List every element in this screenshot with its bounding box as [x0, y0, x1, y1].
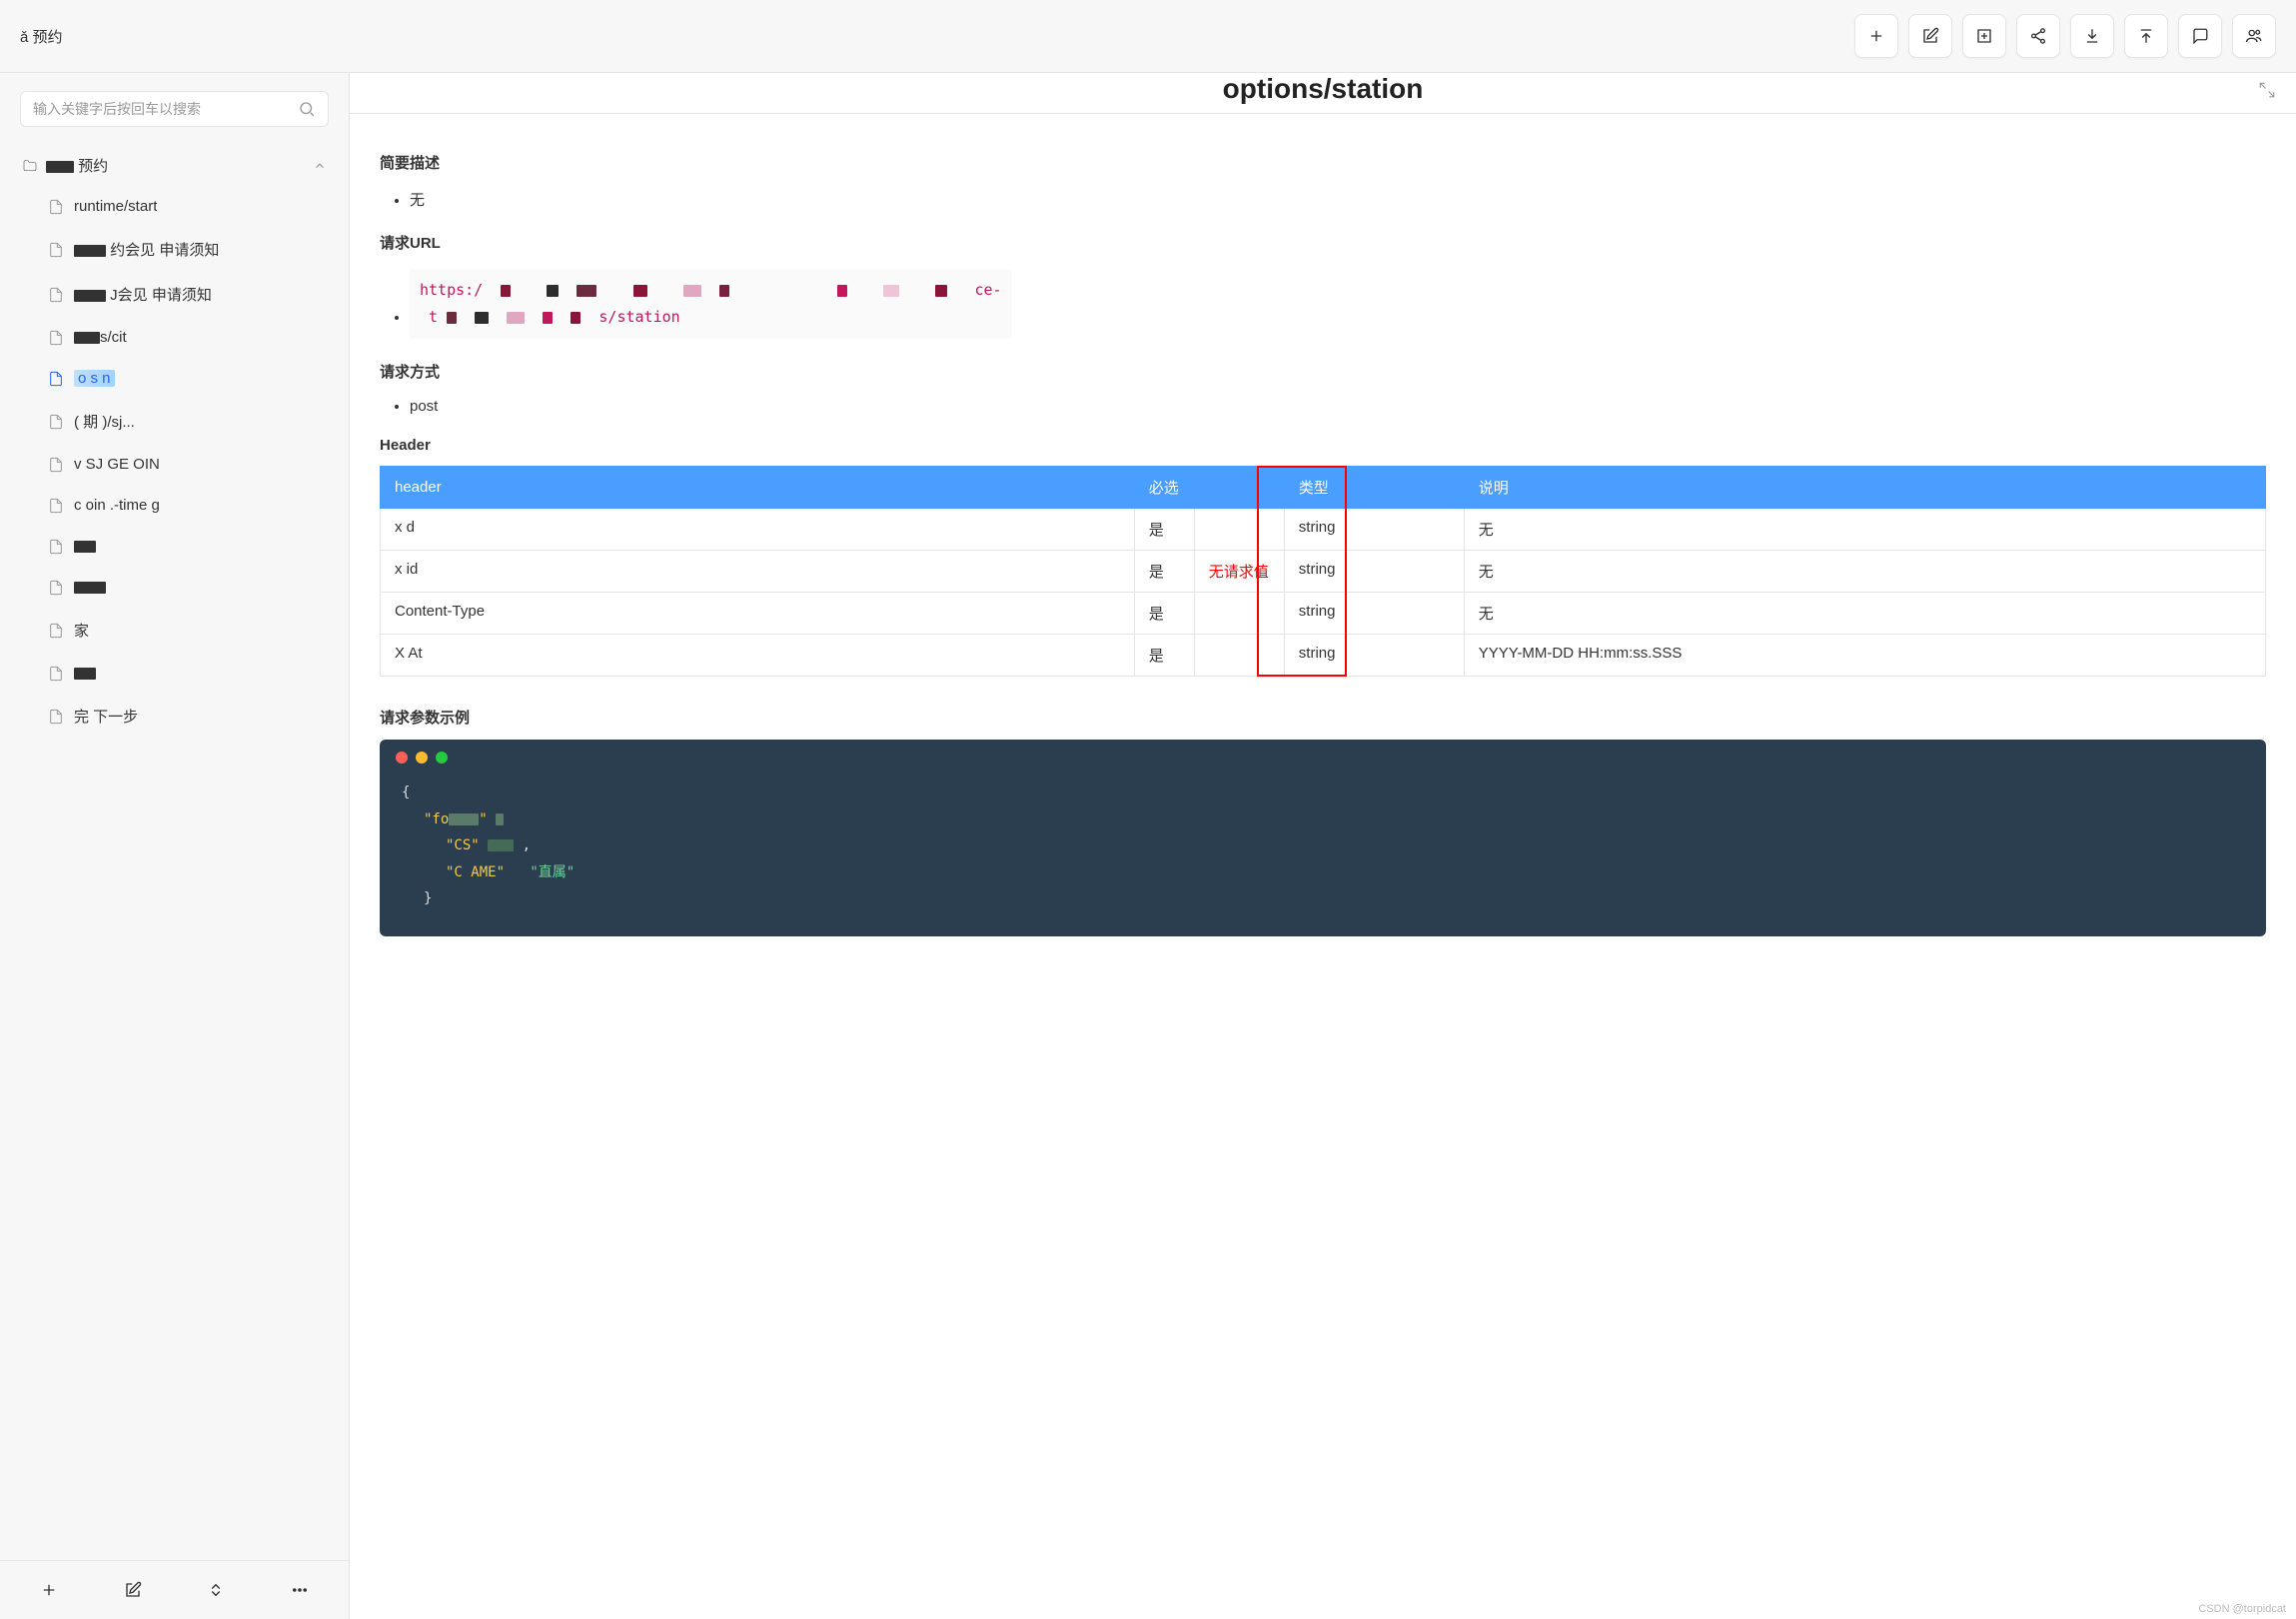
method-heading: 请求方式	[380, 361, 2266, 382]
table-row: Content-Type是string无	[381, 593, 2266, 635]
sidebar-item-0[interactable]: runtime/start	[8, 186, 341, 227]
sidebar-item-label: 家	[74, 623, 89, 640]
sidebar-item-10[interactable]: 家	[8, 608, 341, 653]
search-icon	[298, 100, 316, 118]
sidebar-item-2[interactable]: J会见 申请须知	[8, 272, 341, 317]
sidebar-item-label: s/cit	[100, 329, 127, 346]
page-title: options/station	[350, 73, 2296, 113]
toolbar	[1854, 14, 2276, 58]
document-icon	[48, 457, 64, 473]
add-doc-icon[interactable]	[40, 1581, 58, 1599]
document-icon	[48, 580, 64, 596]
request-url: https:/ ce- t s/station	[410, 269, 1012, 339]
sidebar-item-7[interactable]: c oin .-time g	[8, 485, 341, 526]
table-row: X At是stringYYYY-MM-DD HH:mm:ss.SSS	[381, 635, 2266, 677]
more-icon[interactable]	[291, 1581, 309, 1599]
minimize-dot	[416, 752, 428, 764]
sidebar-item-8[interactable]	[8, 526, 341, 567]
sidebar-item-label: runtime/start	[74, 198, 157, 215]
brand: ǎ 预约	[20, 26, 63, 47]
upload-button[interactable]	[2124, 14, 2168, 58]
th-required: 必选	[1134, 467, 1194, 509]
method-value: post	[410, 394, 2266, 419]
edit-button[interactable]	[1908, 14, 1952, 58]
sidebar-item-label: o s n	[74, 370, 115, 387]
header-heading: Header	[380, 437, 2266, 454]
sidebar-item-9[interactable]	[8, 567, 341, 608]
sidebar-item-label: v SJ GE OIN	[74, 456, 160, 473]
maximize-dot	[436, 752, 448, 764]
close-dot	[396, 752, 408, 764]
document-icon	[48, 199, 64, 215]
search-input[interactable]	[33, 101, 298, 117]
header-table: header 必选 类型 说明 x d是string无 x id是无请求值str…	[380, 466, 2266, 677]
document-icon	[48, 414, 64, 430]
sort-icon[interactable]	[207, 1581, 225, 1599]
document-icon	[48, 287, 64, 303]
th-type: 类型	[1284, 467, 1464, 509]
sidebar-item-label: 完 下一步	[74, 706, 138, 727]
search-box[interactable]	[20, 91, 329, 127]
download-button[interactable]	[2070, 14, 2114, 58]
sidebar-item-3[interactable]: s/cit	[8, 317, 341, 358]
url-heading: 请求URL	[380, 232, 2266, 253]
document-icon	[48, 666, 64, 682]
add-button[interactable]	[1854, 14, 1898, 58]
sidebar-item-5[interactable]: ( 期 )/sj...	[8, 399, 341, 444]
brief-heading: 简要描述	[380, 152, 2266, 173]
comment-button[interactable]	[2178, 14, 2222, 58]
brief-value: 无	[410, 185, 2266, 214]
members-button[interactable]	[2232, 14, 2276, 58]
document-icon	[48, 623, 64, 639]
sidebar-item-label: 约会见 申请须知	[110, 242, 219, 259]
th-empty	[1194, 467, 1284, 509]
document-icon	[48, 242, 64, 258]
document-icon	[48, 330, 64, 346]
table-row: x d是string无	[381, 509, 2266, 551]
sidebar-item-11[interactable]	[8, 653, 341, 694]
document-icon	[48, 709, 64, 725]
sidebar-item-1[interactable]: 约会见 申请须知	[8, 227, 341, 272]
table-row: x id是无请求值string无	[381, 551, 2266, 593]
expand-icon[interactable]	[2258, 81, 2276, 99]
th-desc: 说明	[1464, 467, 2265, 509]
chevron-up-icon	[313, 159, 327, 173]
edit-doc-icon[interactable]	[124, 1581, 142, 1599]
sidebar-item-4[interactable]: o s n	[8, 358, 341, 399]
sidebar-item-label: c oin .-time g	[74, 497, 160, 514]
th-header: header	[381, 467, 1135, 509]
sidebar-item-12[interactable]: 完 下一步	[8, 694, 341, 739]
annotation: 无请求值	[1194, 551, 1284, 593]
document-icon	[48, 539, 64, 555]
watermark: CSDN @torpidcat	[2198, 1603, 2286, 1615]
sidebar-item-label: J会见 申请须知	[110, 287, 212, 304]
folder-icon	[22, 158, 38, 174]
share-button[interactable]	[2016, 14, 2060, 58]
sidebar-item-6[interactable]: v SJ GE OIN	[8, 444, 341, 485]
import-button[interactable]	[1962, 14, 2006, 58]
document-icon	[48, 371, 64, 387]
sidebar-item-label: ( 期 )/sj...	[74, 411, 135, 432]
code-example: { "fo" "CS" , "C AME" "直属" }	[380, 740, 2266, 936]
folder-root[interactable]: 预约	[8, 145, 341, 186]
example-heading: 请求参数示例	[380, 707, 2266, 728]
document-icon	[48, 498, 64, 514]
